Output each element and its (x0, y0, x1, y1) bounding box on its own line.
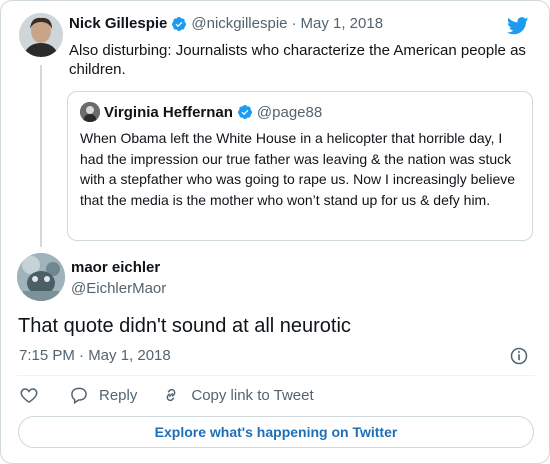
tweet-embed-card: Nick Gillespie @nickgillespie · May 1, 2… (0, 0, 550, 464)
copy-link-button[interactable]: Copy link to Tweet (161, 385, 314, 405)
quoted-tweet[interactable]: Virginia Heffernan @page88 When Obama le… (67, 91, 533, 241)
author-handle[interactable]: @EichlerMaor (71, 280, 166, 297)
tweet-text: That quote didn't sound at all neurotic (18, 315, 351, 337)
reply-bubble-icon (71, 387, 87, 405)
quoted-tweet-text: When Obama left the White House in a hel… (80, 130, 516, 208)
twitter-bird-icon[interactable] (507, 17, 529, 35)
heart-icon (20, 388, 38, 403)
avatar[interactable] (17, 253, 65, 301)
verified-badge-icon (237, 105, 252, 119)
copy-link-label: Copy link to Tweet (191, 386, 314, 404)
author-handle[interactable]: @nickgillespie (191, 15, 287, 32)
separator-dot: · (291, 15, 297, 32)
author-name[interactable]: maor eichler (71, 259, 160, 276)
author-name[interactable]: Nick Gillespie (69, 15, 167, 32)
tweet-actions: Reply Copy link to Tweet (19, 385, 314, 405)
link-icon (166, 388, 176, 402)
divider (17, 375, 535, 376)
explore-twitter-button[interactable]: Explore what's happening on Twitter (18, 416, 534, 448)
quoted-avatar[interactable] (80, 102, 100, 122)
reply-label: Reply (99, 386, 138, 404)
avatar[interactable] (19, 13, 63, 57)
tweet-text: Also disturbing: Journalists who charact… (69, 42, 526, 78)
tweet-date[interactable]: May 1, 2018 (301, 15, 384, 32)
tweet-timestamp[interactable]: 7:15 PM · May 1, 2018 (19, 347, 171, 364)
verified-badge-icon (172, 16, 187, 31)
info-icon[interactable] (509, 346, 529, 366)
quoted-author-handle[interactable]: @page88 (257, 104, 322, 121)
quoted-author-name[interactable]: Virginia Heffernan (104, 104, 233, 121)
thread-connector-line (40, 65, 42, 247)
like-button[interactable] (19, 385, 39, 405)
reply-button[interactable]: Reply (69, 385, 137, 405)
